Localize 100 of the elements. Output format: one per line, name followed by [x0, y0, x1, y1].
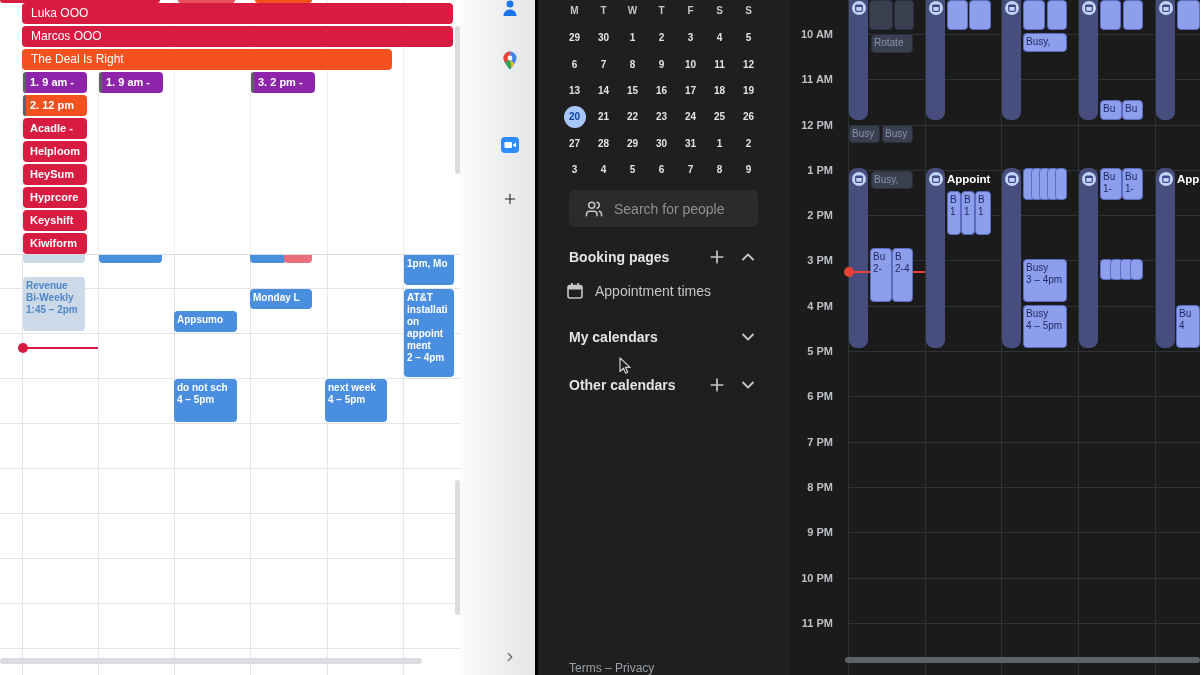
- section-title[interactable]: Booking pages: [569, 248, 670, 267]
- search-field[interactable]: Search for people: [569, 190, 758, 228]
- event-chip[interactable]: [1100, 0, 1121, 30]
- calendar-date[interactable]: 11: [708, 53, 731, 76]
- calendar-date[interactable]: 1: [708, 132, 731, 155]
- section-title[interactable]: My calendars: [569, 328, 658, 347]
- booking-title[interactable]: Appoint: [947, 172, 991, 186]
- calendar-date[interactable]: 19: [737, 79, 760, 102]
- calendar-date[interactable]: 27: [563, 132, 586, 155]
- event-chip[interactable]: Bu 1-: [1122, 168, 1143, 200]
- event-chip[interactable]: [1047, 0, 1067, 30]
- calendar-date[interactable]: 7: [592, 53, 615, 76]
- event-chip[interactable]: Kiwiform: [23, 233, 87, 254]
- event-chip[interactable]: Busy 3 – 4pm: [1023, 259, 1067, 302]
- event-chip[interactable]: [947, 0, 968, 30]
- event-chip[interactable]: Acadle -: [23, 118, 87, 139]
- section-title[interactable]: Other calendars: [569, 376, 676, 395]
- booking-slot-bar[interactable]: [1079, 168, 1098, 348]
- calendar-date[interactable]: 8: [708, 159, 731, 182]
- event-chip[interactable]: Bu 4: [1176, 305, 1200, 348]
- plus-icon[interactable]: [502, 191, 518, 207]
- event-chip[interactable]: Bu: [1100, 100, 1122, 120]
- event-chip[interactable]: Keyshift: [23, 210, 87, 231]
- calendar-date[interactable]: 6: [563, 53, 586, 76]
- calendar-date[interactable]: 4: [708, 27, 731, 50]
- calendar-date[interactable]: 30: [650, 132, 673, 155]
- event-chip[interactable]: B 1: [947, 191, 961, 235]
- event-chip[interactable]: [969, 0, 991, 30]
- booking-title[interactable]: App: [1177, 172, 1200, 186]
- booking-slot-bar[interactable]: [1079, 0, 1098, 120]
- calendar-date[interactable]: 1: [621, 27, 644, 50]
- calendar-date[interactable]: 28: [592, 132, 615, 155]
- calendar-date[interactable]: 26: [737, 106, 760, 129]
- event-chip[interactable]: Bu 2-: [870, 248, 892, 302]
- calendar-date[interactable]: 10: [679, 53, 702, 76]
- booking-slot-bar[interactable]: [926, 168, 945, 348]
- calendar-date[interactable]: 7: [679, 159, 702, 182]
- booking-slot-bar[interactable]: [1156, 0, 1175, 120]
- calendar-date[interactable]: 9: [650, 53, 673, 76]
- calendar-date[interactable]: 29: [621, 132, 644, 155]
- calendar-date[interactable]: 2: [737, 132, 760, 155]
- calendar-date[interactable]: 30: [592, 27, 615, 50]
- event-chip[interactable]: [1130, 259, 1143, 280]
- calendar-date[interactable]: 3: [563, 159, 586, 182]
- calendar-date[interactable]: 5: [737, 27, 760, 50]
- booking-slot-bar[interactable]: [1002, 168, 1021, 348]
- event-chip[interactable]: [1023, 0, 1045, 30]
- event-chip[interactable]: [1177, 0, 1200, 30]
- calendar-date[interactable]: 13: [563, 79, 586, 102]
- calendar-date[interactable]: 4: [592, 159, 615, 182]
- scrollbar[interactable]: [0, 658, 422, 664]
- calendar-date[interactable]: 31: [679, 132, 702, 155]
- calendar-date[interactable]: 22: [621, 106, 644, 129]
- booking-slot-bar[interactable]: [849, 0, 868, 120]
- event-chip[interactable]: Luka OOO: [22, 3, 453, 24]
- event-chip[interactable]: B 1: [961, 191, 975, 235]
- booking-slot-bar[interactable]: [1002, 0, 1021, 120]
- calendar-date[interactable]: 21: [592, 106, 615, 129]
- booking-slot-bar[interactable]: [849, 168, 868, 348]
- video-camera-icon[interactable]: [501, 137, 519, 153]
- calendar-date[interactable]: 9: [737, 159, 760, 182]
- event-chip[interactable]: Bu 1-: [1100, 168, 1122, 200]
- calendar-date[interactable]: 15: [621, 79, 644, 102]
- scrollbar[interactable]: [845, 657, 1200, 663]
- calendar-date[interactable]: 29: [563, 27, 586, 50]
- calendar-date[interactable]: 8: [621, 53, 644, 76]
- event-chip[interactable]: 1. 9 am -: [99, 72, 163, 93]
- scrollbar[interactable]: [455, 480, 460, 615]
- map-pin-icon[interactable]: [503, 51, 517, 70]
- event-chip[interactable]: Hyprcore: [23, 187, 87, 208]
- calendar-date[interactable]: 3: [679, 27, 702, 50]
- calendar-date[interactable]: 14: [592, 79, 615, 102]
- event-chip[interactable]: Busy 4 – 5pm: [1023, 305, 1067, 348]
- footer-links[interactable]: Terms – Privacy: [569, 661, 655, 675]
- calendar-date[interactable]: 12: [737, 53, 760, 76]
- calendar-date[interactable]: 25: [708, 106, 731, 129]
- event-chip[interactable]: 3. 2 pm -: [251, 72, 315, 93]
- calendar-date[interactable]: 18: [708, 79, 731, 102]
- event-chip[interactable]: Marcos OOO: [22, 26, 453, 47]
- calendar-date[interactable]: 6: [650, 159, 673, 182]
- event-chip[interactable]: [1123, 0, 1143, 30]
- booking-slot-bar[interactable]: [1156, 168, 1175, 348]
- booking-page-link[interactable]: Appointment times: [595, 282, 711, 301]
- scrollbar[interactable]: [455, 26, 460, 174]
- calendar-date[interactable]: 16: [650, 79, 673, 102]
- event-chip[interactable]: Busy,: [1023, 33, 1067, 52]
- calendar-date[interactable]: 24: [679, 106, 702, 129]
- event-chip[interactable]: 1. 9 am -: [23, 72, 87, 93]
- booking-slot-bar[interactable]: [926, 0, 945, 120]
- event-chip[interactable]: Helploom: [23, 141, 87, 162]
- event-chip[interactable]: [1055, 168, 1067, 200]
- person-icon[interactable]: [503, 0, 517, 16]
- calendar-date[interactable]: 17: [679, 79, 702, 102]
- calendar-date[interactable]: 2: [650, 27, 673, 50]
- calendar-date[interactable]: 23: [650, 106, 673, 129]
- event-chip[interactable]: Bu: [1122, 100, 1143, 120]
- calendar-date[interactable]: 20: [563, 106, 586, 129]
- event-chip[interactable]: B 2-4: [892, 248, 913, 302]
- event-chip[interactable]: HeySum: [23, 164, 87, 185]
- calendar-date[interactable]: 5: [621, 159, 644, 182]
